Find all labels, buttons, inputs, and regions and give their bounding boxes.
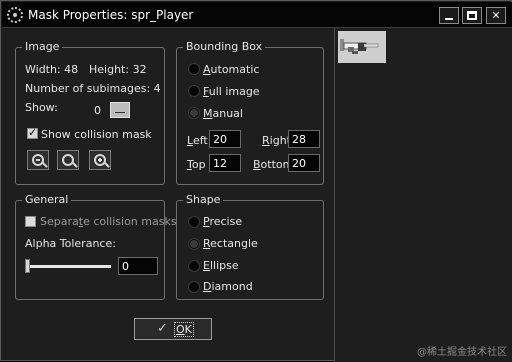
maximize-button[interactable] (462, 7, 482, 24)
radio-automatic[interactable] (188, 63, 200, 75)
gear-icon (7, 7, 23, 23)
radio-manual-label[interactable]: Manual (203, 107, 243, 120)
height-label: Height: 32 (89, 63, 147, 76)
radio-diamond[interactable] (188, 281, 200, 293)
bounding-box-group-title: Bounding Box (183, 40, 266, 53)
ok-label: OK (174, 322, 194, 337)
radio-ellipse[interactable] (188, 260, 200, 272)
minimize-icon (445, 18, 453, 20)
right-label: Right (262, 134, 291, 147)
separate-masks-label[interactable]: Separate collision masks (40, 215, 177, 228)
zoom-in-button[interactable] (89, 150, 111, 170)
radio-automatic-label[interactable]: Automatic (203, 63, 259, 76)
alpha-slider-thumb[interactable] (25, 259, 30, 273)
window-title: Mask Properties: spr_Player (28, 8, 194, 22)
left-input[interactable]: 20 (209, 130, 241, 148)
zoom-reset-icon (62, 154, 74, 166)
zoom-out-icon (32, 154, 44, 166)
check-icon: ✓ (28, 126, 38, 139)
alpha-tolerance-input[interactable]: 0 (118, 257, 158, 275)
radio-full-image[interactable] (188, 85, 200, 97)
close-button[interactable]: ✕ (486, 7, 506, 24)
zoom-out-button[interactable] (27, 150, 49, 170)
minimize-button[interactable] (439, 7, 459, 24)
radio-precise-label[interactable]: Precise (203, 215, 242, 228)
separate-masks-checkbox[interactable] (25, 216, 36, 227)
radio-rectangle[interactable] (188, 238, 200, 250)
sprite-preview-graphic (338, 31, 386, 63)
mask-preview-panel[interactable]: @稀土掘金技术社区 (334, 28, 512, 362)
show-value: 0 (94, 104, 101, 117)
radio-precise[interactable] (188, 216, 200, 228)
ok-button[interactable]: ✓ OK (134, 318, 212, 340)
left-label: Left (187, 134, 208, 147)
zoom-in-icon (94, 154, 106, 166)
close-icon: ✕ (491, 9, 501, 22)
show-collision-checkbox[interactable]: ✓ (27, 126, 38, 139)
show-subimage-button[interactable] (110, 102, 130, 118)
general-group-title: General (22, 193, 72, 206)
top-input[interactable]: 12 (209, 154, 241, 172)
maximize-icon (467, 11, 477, 20)
zoom-reset-button[interactable] (57, 150, 79, 170)
bottom-input[interactable]: 20 (288, 154, 320, 172)
width-label: Width: 48 (25, 63, 79, 76)
sprite-preview-image (338, 31, 386, 63)
subimages-label: Number of subimages: 4 (25, 82, 161, 95)
show-collision-label[interactable]: Show collision mask (41, 128, 152, 141)
title-bar[interactable]: Mask Properties: spr_Player ✕ (2, 2, 512, 28)
show-label: Show: (25, 101, 58, 114)
radio-ellipse-label[interactable]: Ellipse (203, 259, 239, 272)
image-group-title: Image (22, 40, 63, 53)
mask-properties-window: Mask Properties: spr_Player ✕ Image Widt… (0, 0, 512, 362)
radio-full-image-label[interactable]: Full image (203, 85, 260, 98)
checkmark-icon: ✓ (157, 321, 168, 336)
shape-group-title: Shape (183, 193, 224, 206)
top-label: Top (187, 158, 206, 171)
radio-manual[interactable] (188, 107, 200, 119)
right-input[interactable]: 28 (288, 130, 320, 148)
radio-rectangle-label[interactable]: Rectangle (203, 237, 258, 250)
alpha-tolerance-label: Alpha Tolerance: (25, 237, 116, 250)
alpha-slider-track[interactable] (27, 265, 111, 268)
radio-diamond-label[interactable]: Diamond (203, 280, 253, 293)
watermark-text: @稀土掘金技术社区 (417, 347, 507, 358)
